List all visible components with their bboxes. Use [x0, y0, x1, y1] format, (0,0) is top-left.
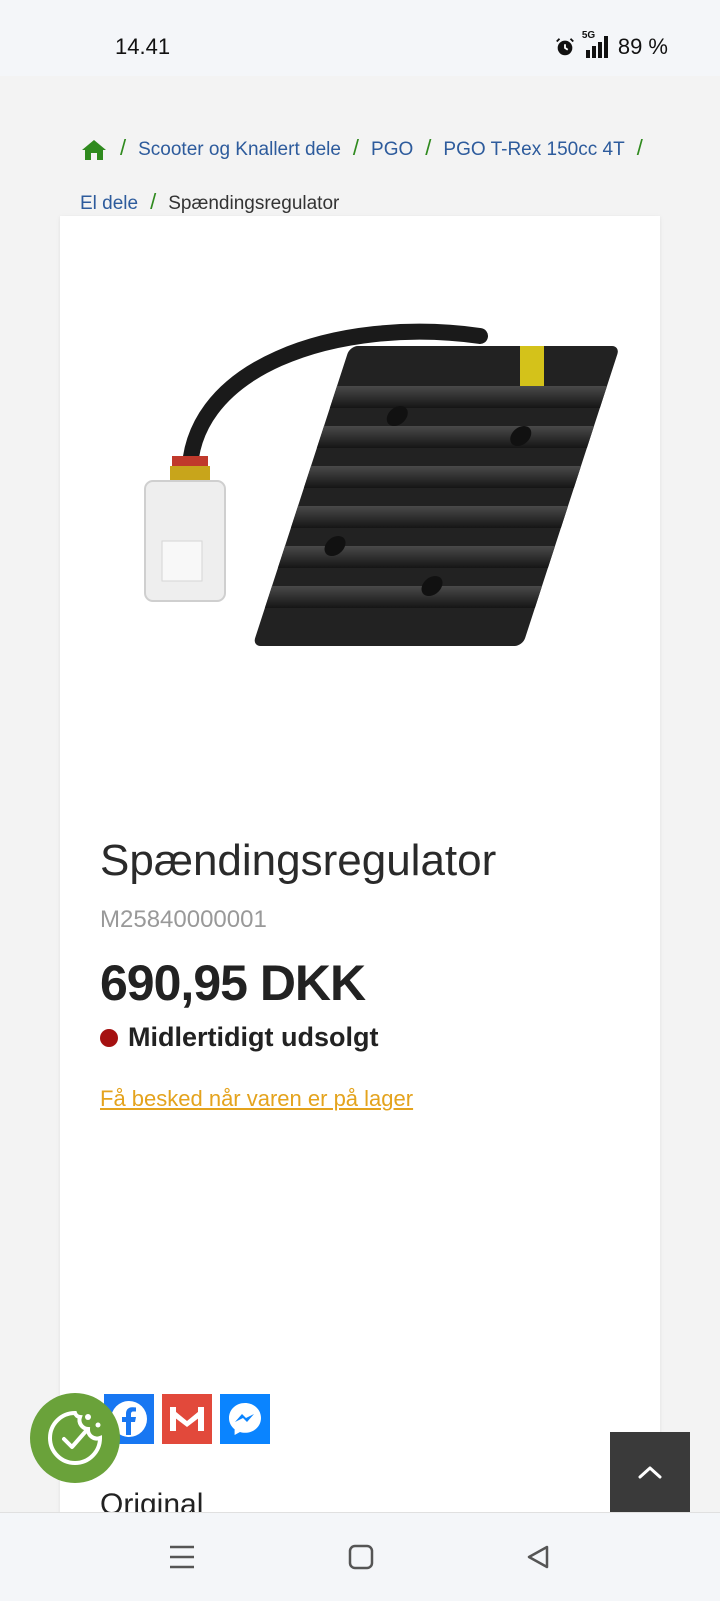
system-nav-bar: [0, 1512, 720, 1601]
network-label: 5G: [581, 30, 596, 41]
stock-status-label: Midlertidigt udsolgt: [128, 1022, 379, 1052]
messenger-icon: [229, 1403, 261, 1435]
menu-icon: [170, 1545, 194, 1569]
status-bar: 14.41 5G 89 %: [0, 0, 720, 76]
battery-level: 89 %: [617, 34, 668, 59]
breadcrumb-separator: /: [352, 135, 360, 160]
breadcrumb: / Scooter og Knallert dele / PGO / PGO T-Rex …: [80, 122, 680, 230]
product-price: 690,95 DKK: [100, 955, 366, 1011]
breadcrumb-pgo[interactable]: PGO: [371, 139, 413, 160]
product-sku: M25840000001: [100, 906, 267, 933]
breadcrumb-current: Spændingsregulator: [168, 193, 340, 214]
home-icon[interactable]: [80, 138, 108, 162]
home-button[interactable]: [345, 1541, 377, 1573]
chevron-up-icon: [638, 1466, 662, 1479]
signal-icon: 5G: [582, 30, 608, 58]
gmail-icon: [170, 1407, 204, 1431]
product-title: Spændingsregulator: [100, 836, 497, 885]
alarm-icon: [555, 38, 574, 56]
recent-apps-button[interactable]: [166, 1541, 198, 1573]
cookie-consent-icon: [48, 1410, 103, 1465]
breadcrumb-separator: /: [120, 135, 127, 160]
scroll-to-top-button[interactable]: [610, 1432, 690, 1512]
breadcrumb-separator: /: [150, 189, 157, 214]
breadcrumb-separator: /: [425, 135, 432, 160]
breadcrumb-model[interactable]: PGO T-Rex 150cc 4T: [443, 139, 624, 160]
status-icons: 5G 89 %: [554, 30, 668, 60]
stock-status-dot: [100, 1028, 118, 1047]
product-image[interactable]: [100, 306, 620, 686]
share-buttons: [104, 1394, 270, 1444]
back-button[interactable]: [522, 1541, 554, 1573]
notify-when-in-stock-link[interactable]: Få besked når varen er på lager: [100, 1086, 413, 1112]
status-time: 14.41: [115, 34, 171, 59]
breadcrumb-scooter[interactable]: Scooter og Knallert dele: [138, 139, 341, 160]
square-icon: [348, 1544, 374, 1570]
gmail-share-button[interactable]: [162, 1394, 212, 1444]
back-triangle-icon: [527, 1545, 549, 1569]
breadcrumb-el-dele[interactable]: El dele: [80, 193, 138, 214]
product-card: Spændingsregulator M25840000001 690,95 D…: [60, 216, 660, 1521]
stock-status: Midlertidigt udsolgt: [100, 1022, 378, 1053]
cookie-consent-button[interactable]: [30, 1393, 120, 1483]
messenger-share-button[interactable]: [220, 1394, 270, 1444]
breadcrumb-separator: /: [636, 135, 643, 160]
